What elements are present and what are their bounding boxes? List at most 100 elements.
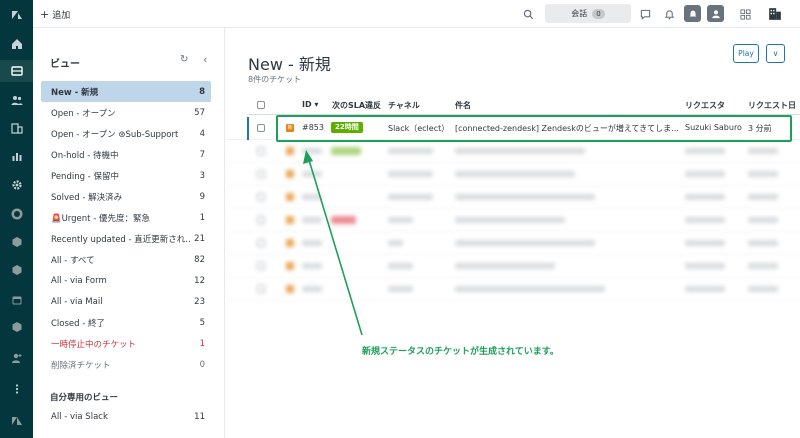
view-item-count: 9	[199, 191, 205, 202]
view-item-all-via-form[interactable]: All - via Form 12	[41, 270, 211, 291]
conversations-button[interactable]: 会話 0	[545, 4, 631, 23]
view-item-label: 🚨Urgent - 優先度：緊急	[51, 213, 150, 224]
highlight-callout-box	[276, 115, 792, 142]
app-circle-icon[interactable]	[0, 203, 33, 225]
view-item-all-via-mail[interactable]: All - via Mail 23	[41, 291, 211, 312]
row-checkbox[interactable]	[257, 170, 265, 178]
views-icon[interactable]	[0, 60, 33, 82]
view-item-label: Open - オープン	[51, 108, 116, 119]
table-header: ID ▾ 次のSLA違反 チャネル 件名 リクエスタ リクエスト日	[248, 97, 800, 115]
view-item-solved[interactable]: Solved - 解決済み 9	[41, 186, 211, 207]
app-cube-icon[interactable]	[0, 231, 33, 253]
chat-icon[interactable]	[637, 6, 653, 22]
view-item-pending[interactable]: Pending - 保留中 3	[41, 165, 211, 186]
row-checkbox[interactable]	[257, 216, 265, 224]
view-item-recently-updated[interactable]: Recently updated - 直近更新され… 21	[41, 228, 211, 249]
blurred-time	[748, 194, 778, 200]
calendar-icon[interactable]	[0, 289, 33, 311]
column-header-requested[interactable]: リクエスト日	[748, 100, 796, 111]
view-item-count: 57	[194, 107, 205, 118]
blurred-channel	[388, 148, 433, 154]
row-checkbox[interactable]	[257, 147, 265, 155]
apps-grid-icon[interactable]	[737, 6, 753, 22]
blurred-time	[748, 240, 778, 246]
add-user-icon[interactable]	[0, 347, 33, 369]
zendesk-logo-icon[interactable]	[0, 4, 33, 26]
row-checkbox[interactable]	[257, 262, 265, 270]
table-row[interactable]	[226, 232, 800, 255]
views-panel: ビュー ↻ ‹ New - 新規 8 Open - オープン 57 Open -…	[33, 28, 225, 438]
product-rail	[0, 0, 33, 438]
view-item-label: Recently updated - 直近更新され…	[51, 234, 191, 245]
organizations-icon[interactable]	[0, 117, 33, 139]
column-header-requester[interactable]: リクエスタ	[685, 100, 725, 111]
view-item-label: 削除済チケット	[51, 360, 111, 371]
view-item-all-via-slack[interactable]: All - via Slack 11	[41, 406, 211, 427]
agent-status-bell-icon[interactable]	[684, 5, 701, 22]
view-item-count: 1	[199, 212, 205, 223]
app-cube-icon-2[interactable]	[0, 259, 33, 281]
collapse-chevron-left-icon[interactable]: ‹	[203, 53, 207, 66]
view-item-open-sub-support[interactable]: Open - オープン ⊛Sub-Support 4	[41, 123, 211, 144]
row-checkbox[interactable]	[257, 124, 265, 132]
options-chevron-down-icon[interactable]: ∨	[766, 44, 785, 63]
blurred-requester	[685, 217, 725, 223]
select-all-checkbox[interactable]	[257, 101, 265, 109]
blurred-subject	[455, 286, 605, 292]
view-item-count: 23	[194, 296, 205, 307]
blurred-time	[748, 171, 778, 177]
view-item-on-hold[interactable]: On-hold - 待機中 7	[41, 144, 211, 165]
home-icon[interactable]	[0, 33, 33, 55]
view-item-closed[interactable]: Closed - 終了 5	[41, 312, 211, 333]
column-header-id[interactable]: ID ▾	[302, 100, 318, 109]
app-cube-icon-3[interactable]	[0, 316, 33, 338]
row-checkbox[interactable]	[257, 285, 265, 293]
column-header-subject[interactable]: 件名	[455, 100, 471, 111]
view-item-deleted[interactable]: 削除済チケット 0	[41, 354, 211, 375]
admin-gear-icon[interactable]	[0, 174, 33, 196]
blurred-requester	[685, 286, 725, 292]
plus-icon: +	[40, 8, 50, 21]
view-item-urgent[interactable]: 🚨Urgent - 優先度：緊急 1	[41, 207, 211, 228]
add-button[interactable]: + 追加	[40, 8, 70, 21]
more-vertical-icon[interactable]	[0, 378, 33, 400]
table-row[interactable]	[226, 255, 800, 278]
user-avatar-icon[interactable]	[707, 5, 724, 22]
annotation-note: 新規ステータスのチケットが生成されています。	[362, 347, 559, 357]
blurred-channel	[388, 286, 413, 292]
blurred-subject	[455, 171, 575, 177]
view-item-new[interactable]: New - 新規 8	[41, 81, 211, 102]
blurred-id	[302, 194, 322, 200]
reporting-icon[interactable]	[0, 145, 33, 167]
column-header-channel[interactable]: チャネル	[388, 100, 420, 111]
blurred-subject	[455, 148, 585, 154]
conversations-count: 0	[592, 8, 605, 19]
play-button[interactable]: Play	[733, 44, 759, 63]
table-row[interactable]	[226, 209, 800, 232]
customers-icon[interactable]	[0, 89, 33, 111]
row-checkbox[interactable]	[257, 239, 265, 247]
row-checkbox[interactable]	[257, 193, 265, 201]
view-item-count: 5	[199, 317, 205, 328]
status-new-badge	[286, 239, 294, 247]
view-item-open[interactable]: Open - オープン 57	[41, 102, 211, 123]
search-icon[interactable]	[520, 6, 536, 22]
column-header-sla[interactable]: 次のSLA違反	[332, 100, 381, 111]
refresh-icon[interactable]: ↻	[180, 54, 188, 65]
view-item-count: 7	[199, 149, 205, 160]
view-item-all[interactable]: All - すべて 82	[41, 249, 211, 270]
status-new-badge	[286, 216, 294, 224]
table-row[interactable]	[226, 163, 800, 186]
zendesk-z-icon	[0, 410, 33, 432]
brand-building-icon[interactable]	[766, 5, 784, 23]
table-row[interactable]	[226, 140, 800, 163]
blurred-id	[302, 263, 322, 269]
blurred-requester	[685, 240, 725, 246]
view-item-suspended[interactable]: 一時停止中のチケット 1	[41, 333, 211, 354]
view-item-label: Pending - 保留中	[51, 171, 119, 182]
table-row[interactable]	[226, 186, 800, 209]
view-item-count: 11	[194, 411, 205, 422]
table-row[interactable]	[226, 278, 800, 301]
view-item-count: 82	[194, 254, 205, 265]
notifications-bell-icon[interactable]	[661, 6, 677, 22]
